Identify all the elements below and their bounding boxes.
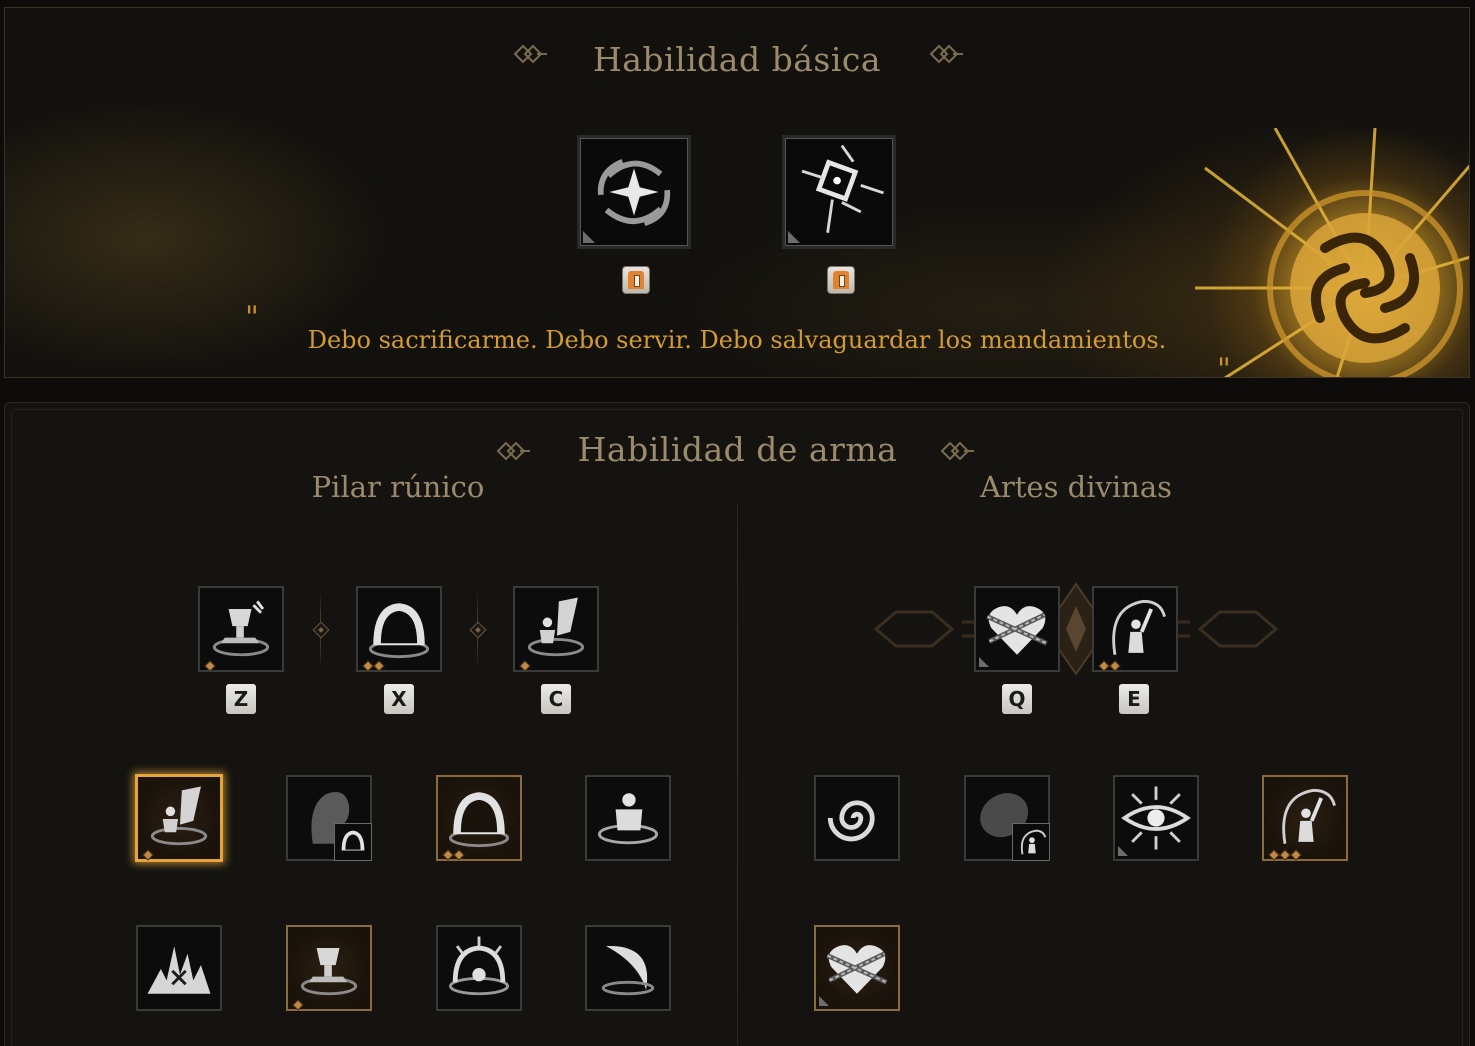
basic-skill-1[interactable] <box>577 135 691 249</box>
level-dots <box>142 844 155 861</box>
weapon-ability-title: Habilidad de arma <box>577 430 898 469</box>
pool-skill-raised-arm[interactable] <box>1262 775 1348 861</box>
eruption-icon <box>147 946 211 994</box>
pool-skill-chained-heart[interactable] <box>814 925 900 1011</box>
pool-skill-chalice-crash[interactable] <box>286 925 372 1011</box>
corner-marker <box>979 657 989 667</box>
corner-marker <box>1118 846 1128 856</box>
corner-marker <box>583 231 595 243</box>
pool-skill-dome-shield[interactable] <box>436 775 522 861</box>
quote-close-mark: " <box>1217 352 1231 378</box>
pool-skill-fist-dome[interactable] <box>286 775 372 861</box>
title-ornament-right-icon <box>940 441 974 461</box>
pool-skill-swirl[interactable] <box>814 775 900 861</box>
spiral-star-icon <box>597 159 671 226</box>
hotkey-c: C <box>541 684 571 714</box>
swirl-icon <box>827 800 875 842</box>
pool-skill-crescent-slash[interactable] <box>585 925 671 1011</box>
skill-quote: Debo sacrificarme. Debo servir. Debo sal… <box>307 326 1167 354</box>
level-dots <box>442 844 466 861</box>
pool-skill-rising-pillar[interactable] <box>135 774 223 862</box>
basic-ability-title: Habilidad básica <box>592 40 882 79</box>
sub-skill-badge <box>334 823 372 861</box>
equipped-skill-e[interactable] <box>1092 586 1178 672</box>
corner-marker <box>819 996 829 1006</box>
pool-skill-radiant-eye[interactable] <box>1113 775 1199 861</box>
basic-ability-panel: Habilidad básica " Debo sacrificarme. De… <box>4 7 1470 378</box>
equipped-skill-q[interactable] <box>974 586 1060 672</box>
crescent-slash-icon <box>601 945 655 996</box>
raised-arm-icon <box>1020 829 1047 855</box>
corner-marker <box>788 231 800 243</box>
sub-skill-badge <box>1012 823 1050 861</box>
scroll-icon[interactable] <box>827 266 855 294</box>
pool-skill-dark-sphere[interactable] <box>964 775 1050 861</box>
dome-shield-icon <box>341 830 365 851</box>
spiked-dome-icon <box>448 936 510 996</box>
hotkey-z: Z <box>226 684 256 714</box>
level-dots <box>362 655 386 672</box>
hotkey-e: E <box>1119 684 1149 714</box>
pool-skill-eruption[interactable] <box>136 925 222 1011</box>
level-dots <box>204 655 217 672</box>
level-dots <box>292 994 305 1011</box>
level-dots <box>519 655 532 672</box>
title-ornament-right-icon <box>929 44 963 64</box>
rune-sigil-icon <box>801 144 884 233</box>
level-dots <box>1098 655 1122 672</box>
basic-skill-2[interactable] <box>782 135 896 249</box>
equipped-skill-c[interactable] <box>513 586 599 672</box>
column-divider <box>737 505 738 1045</box>
level-dots <box>1268 844 1303 861</box>
runic-pillar-title: Pilar rúnico <box>311 470 485 504</box>
scroll-icon[interactable] <box>622 266 650 294</box>
pool-skill-spiked-dome[interactable] <box>436 925 522 1011</box>
equipped-skill-z[interactable] <box>198 586 284 672</box>
pool-skill-bust-figure[interactable] <box>585 775 671 861</box>
hotkey-q: Q <box>1002 684 1032 714</box>
equipped-skill-x[interactable] <box>356 586 442 672</box>
linked-skills-banner-icon <box>873 582 1279 676</box>
divine-arts-title: Artes divinas <box>979 470 1173 504</box>
bust-figure-icon <box>597 793 659 845</box>
hotkey-x: X <box>384 684 414 714</box>
